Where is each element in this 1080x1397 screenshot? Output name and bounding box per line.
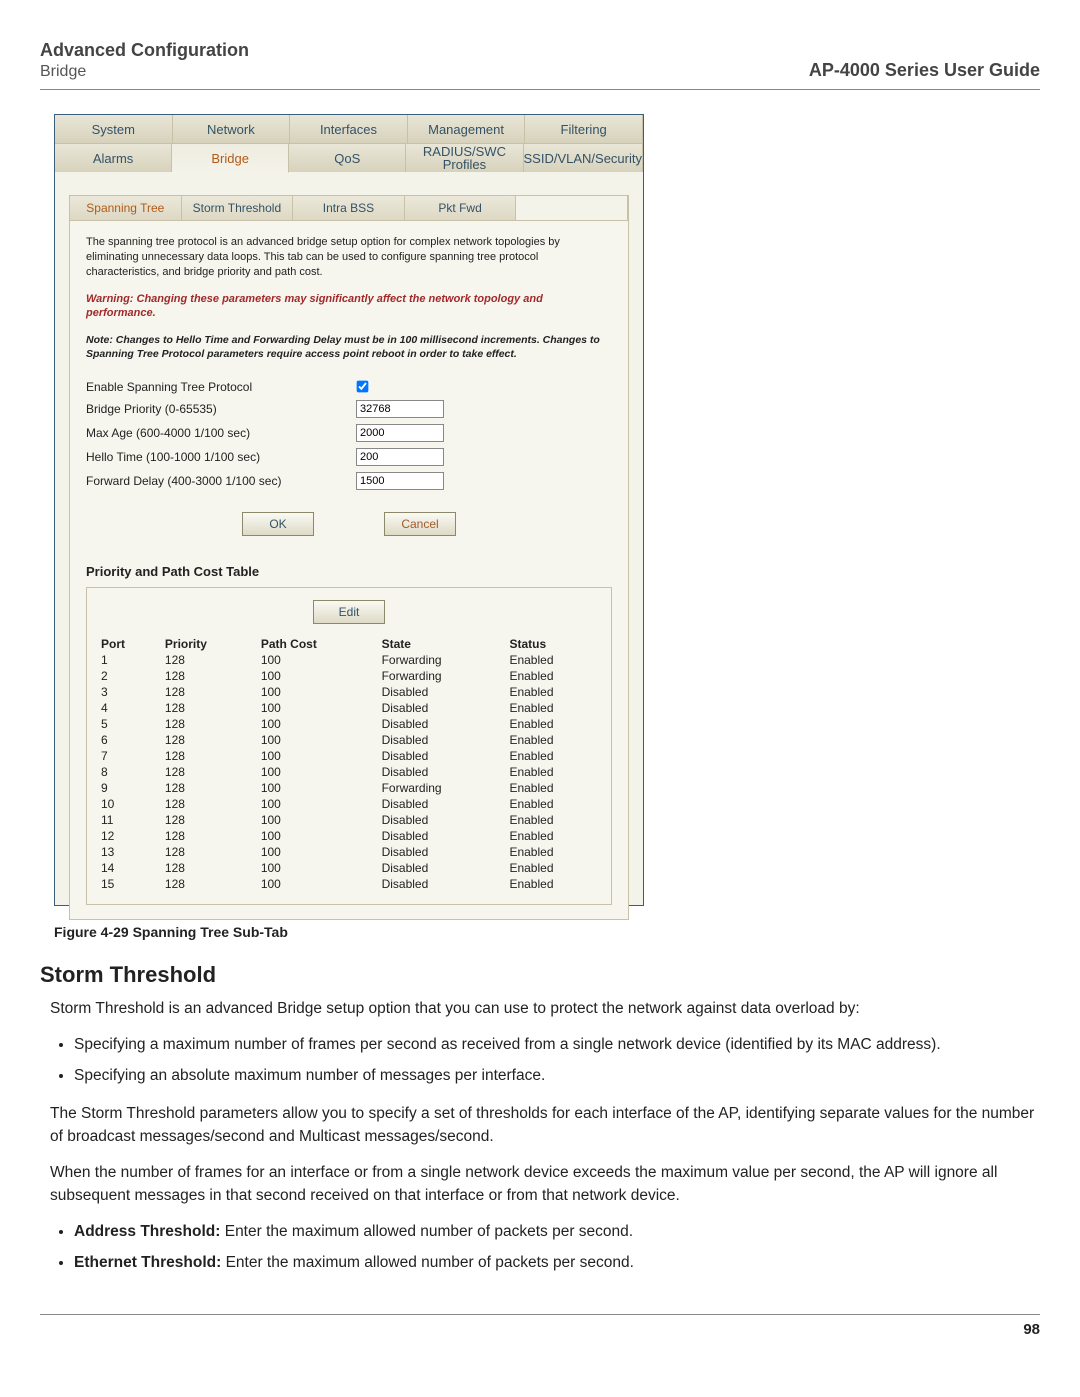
- table-row: 11128100DisabledEnabled: [95, 812, 603, 828]
- table-row: 10128100DisabledEnabled: [95, 796, 603, 812]
- bullet-item: Specifying a maximum number of frames pe…: [74, 1034, 1040, 1056]
- sub-tab-blank: [516, 196, 628, 220]
- warning-text: Warning: Changing these parameters may s…: [86, 292, 612, 322]
- table-row: 12128100DisabledEnabled: [95, 828, 603, 844]
- table-row: 5128100DisabledEnabled: [95, 716, 603, 732]
- page-header: Advanced Configuration Bridge AP-4000 Se…: [40, 40, 1040, 81]
- enable-stp-checkbox[interactable]: [357, 381, 369, 393]
- bridge-priority-label: Bridge Priority (0-65535): [86, 402, 356, 416]
- guide-title: AP-4000 Series User Guide: [809, 60, 1040, 81]
- bridge-priority-input[interactable]: [356, 400, 444, 418]
- table-row: 6128100DisabledEnabled: [95, 732, 603, 748]
- config-screenshot: SystemNetworkInterfacesManagementFilteri…: [54, 114, 644, 906]
- main-tab[interactable]: System: [55, 115, 173, 143]
- sub-tab[interactable]: Storm Threshold: [182, 196, 294, 220]
- table-title: Priority and Path Cost Table: [86, 564, 612, 579]
- main-tab[interactable]: Management: [408, 115, 526, 143]
- paragraph: When the number of frames for an interfa…: [50, 1162, 1040, 1207]
- paragraph: Storm Threshold is an advanced Bridge se…: [50, 998, 1040, 1020]
- table-header: Status: [503, 636, 603, 652]
- header-subtitle: Bridge: [40, 63, 249, 81]
- table-row: 7128100DisabledEnabled: [95, 748, 603, 764]
- table-header: Path Cost: [255, 636, 376, 652]
- note-text: Note: Changes to Hello Time and Forwardi…: [86, 333, 612, 361]
- bullet-item: Address Threshold: Enter the maximum all…: [74, 1221, 1040, 1243]
- table-header: Priority: [159, 636, 255, 652]
- edit-button[interactable]: Edit: [313, 600, 385, 624]
- main-tab[interactable]: Interfaces: [290, 115, 408, 143]
- table-row: 14128100DisabledEnabled: [95, 860, 603, 876]
- section-heading: Storm Threshold: [40, 962, 1040, 988]
- bullet-item: Ethernet Threshold: Enter the maximum al…: [74, 1252, 1040, 1274]
- paragraph: The Storm Threshold parameters allow you…: [50, 1103, 1040, 1148]
- table-row: 3128100DisabledEnabled: [95, 684, 603, 700]
- max-age-label: Max Age (600-4000 1/100 sec): [86, 426, 356, 440]
- main-tab[interactable]: Filtering: [525, 115, 643, 143]
- main-tab[interactable]: Alarms: [55, 144, 172, 172]
- hello-time-label: Hello Time (100-1000 1/100 sec): [86, 450, 356, 464]
- table-header: State: [376, 636, 504, 652]
- bullet-item: Specifying an absolute maximum number of…: [74, 1065, 1040, 1087]
- priority-path-cost-table: PortPriorityPath CostStateStatus1128100F…: [95, 636, 603, 892]
- figure-caption: Figure 4-29 Spanning Tree Sub-Tab: [54, 924, 1040, 940]
- table-header: Port: [95, 636, 159, 652]
- hello-time-input[interactable]: [356, 448, 444, 466]
- main-tab[interactable]: RADIUS/SWCProfiles: [406, 144, 523, 172]
- table-row: 9128100ForwardingEnabled: [95, 780, 603, 796]
- sub-tab[interactable]: Pkt Fwd: [405, 196, 517, 220]
- header-title: Advanced Configuration: [40, 40, 249, 61]
- table-row: 13128100DisabledEnabled: [95, 844, 603, 860]
- page-number: 98: [40, 1314, 1040, 1338]
- main-tab[interactable]: Bridge: [172, 144, 289, 173]
- main-tab[interactable]: QoS: [289, 144, 406, 172]
- table-row: 1128100ForwardingEnabled: [95, 652, 603, 668]
- cancel-button[interactable]: Cancel: [384, 512, 456, 536]
- description-text: The spanning tree protocol is an advance…: [86, 235, 612, 280]
- max-age-input[interactable]: [356, 424, 444, 442]
- table-row: 4128100DisabledEnabled: [95, 700, 603, 716]
- table-row: 2128100ForwardingEnabled: [95, 668, 603, 684]
- sub-tab[interactable]: Intra BSS: [293, 196, 405, 220]
- sub-tab[interactable]: Spanning Tree: [70, 196, 182, 220]
- main-tab[interactable]: Network: [173, 115, 291, 143]
- main-tab[interactable]: SSID/VLAN/Security: [524, 144, 644, 172]
- forward-delay-input[interactable]: [356, 472, 444, 490]
- table-row: 8128100DisabledEnabled: [95, 764, 603, 780]
- divider: [40, 89, 1040, 90]
- table-row: 15128100DisabledEnabled: [95, 876, 603, 892]
- forward-delay-label: Forward Delay (400-3000 1/100 sec): [86, 474, 356, 488]
- enable-stp-label: Enable Spanning Tree Protocol: [86, 380, 356, 394]
- ok-button[interactable]: OK: [242, 512, 314, 536]
